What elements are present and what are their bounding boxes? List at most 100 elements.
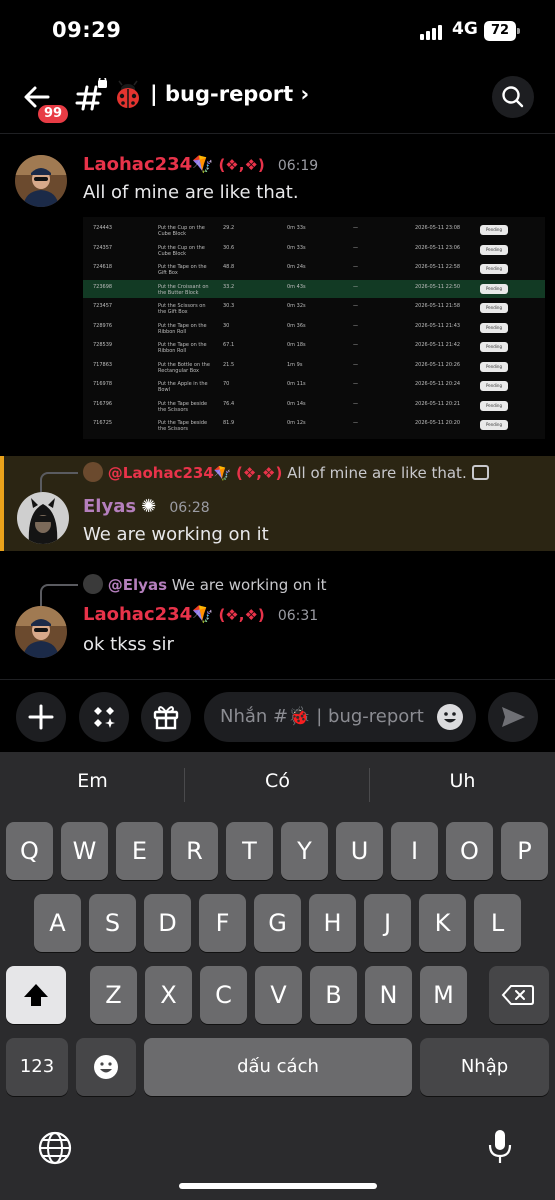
key-t[interactable]: T: [226, 822, 273, 880]
apps-button[interactable]: [79, 692, 129, 742]
unread-badge: 99: [35, 102, 72, 126]
key-j[interactable]: J: [364, 894, 411, 952]
key-r[interactable]: R: [171, 822, 218, 880]
table-cell: Put the Croissant on the Butter Block: [158, 283, 209, 296]
table-cell: —: [353, 264, 358, 270]
space-key[interactable]: dấu cách: [144, 1038, 412, 1096]
channel-title[interactable]: | bug-report ›: [150, 82, 309, 106]
suggestion-1[interactable]: Em: [0, 770, 185, 792]
table-row: 724443 Put the Cup on the Cube Block 29.2 0…: [83, 221, 545, 239]
status-badge: Pending: [480, 400, 508, 411]
key-a[interactable]: A: [34, 894, 81, 952]
key-e[interactable]: E: [116, 822, 163, 880]
battery-level: 72: [484, 21, 516, 41]
table-cell: 724443: [93, 225, 113, 231]
add-button[interactable]: [16, 692, 66, 742]
key-v[interactable]: V: [255, 966, 302, 1024]
table-cell: 2026-05-11 20:20: [415, 420, 461, 426]
microphone-icon[interactable]: [484, 1127, 516, 1167]
status-badge: Pending: [480, 225, 508, 235]
table-cell: 0m 18s: [287, 342, 306, 348]
status-time: 09:29: [52, 18, 122, 42]
message-input-placeholder: Nhắn #🐞 | bug-report: [220, 706, 424, 727]
key-b[interactable]: B: [310, 966, 357, 1024]
reply-avatar: [83, 462, 103, 482]
key-c[interactable]: C: [200, 966, 247, 1024]
key-y[interactable]: Y: [281, 822, 328, 880]
table-cell: 728539: [93, 342, 113, 348]
username[interactable]: Laohac234: [83, 154, 192, 175]
shift-icon: [24, 984, 48, 1006]
username[interactable]: Elyas: [83, 496, 136, 517]
send-icon: [502, 707, 525, 727]
key-s[interactable]: S: [89, 894, 136, 952]
numbers-key[interactable]: 123: [6, 1038, 68, 1096]
key-z[interactable]: Z: [90, 966, 137, 1024]
key-i[interactable]: I: [391, 822, 438, 880]
status-badge: Pending: [480, 322, 508, 333]
reply-preview[interactable]: @Laohac234🪁 (❖,❖) All of mine are like t…: [83, 462, 489, 482]
status-badge: Pending: [480, 244, 508, 255]
avatar[interactable]: [15, 155, 67, 207]
table-cell: 2026-05-11 23:08: [415, 225, 461, 231]
table-cell: 716796: [93, 400, 113, 407]
keyboard: Em Có Uh QWERTYUIOP ASDFGHJKL ZXCVBNM 12…: [0, 752, 555, 1200]
reply-preview[interactable]: @Elyas We are working on it: [83, 574, 327, 594]
image-icon: [471, 465, 489, 480]
key-h[interactable]: H: [309, 894, 356, 952]
table-cell: —: [353, 283, 358, 290]
emoji-icon[interactable]: [436, 703, 464, 731]
gift-button[interactable]: [141, 692, 191, 742]
key-o[interactable]: O: [446, 822, 493, 880]
table-cell: 0m 32s: [287, 303, 306, 309]
table-row: 716978 Put the Apple in the Bowl 70 0m 11s —…: [83, 377, 545, 395]
key-u[interactable]: U: [336, 822, 383, 880]
table-cell: 723457: [93, 303, 113, 309]
globe-icon[interactable]: [37, 1130, 73, 1166]
table-row: 717863 Put the Bottle on the Rectangular …: [83, 358, 545, 376]
emoji-keyboard-icon: [94, 1055, 118, 1079]
key-g[interactable]: G: [254, 894, 301, 952]
apps-icon: [94, 707, 115, 728]
key-m[interactable]: M: [420, 966, 467, 1024]
message-text: ok tkss sir: [83, 634, 174, 655]
suggestion-3[interactable]: Uh: [370, 770, 555, 792]
send-button[interactable]: [488, 692, 538, 742]
table-cell: —: [353, 342, 358, 348]
image-attachment[interactable]: 724443 Put the Cup on the Cube Block 29.2 0…: [83, 217, 545, 439]
key-k[interactable]: K: [419, 894, 466, 952]
user-tag: (❖,❖): [218, 156, 265, 174]
message-input[interactable]: Nhắn #🐞 | bug-report: [204, 692, 476, 742]
key-x[interactable]: X: [145, 966, 192, 1024]
backspace-key[interactable]: [489, 966, 549, 1024]
shift-key[interactable]: [6, 966, 66, 1024]
key-n[interactable]: N: [365, 966, 412, 1024]
avatar[interactable]: [17, 492, 69, 544]
key-d[interactable]: D: [144, 894, 191, 952]
search-icon: [502, 86, 524, 108]
table-cell: 1m 9s: [287, 361, 303, 368]
key-f[interactable]: F: [199, 894, 246, 952]
message-2[interactable]: @Laohac234🪁 (❖,❖) All of mine are like t…: [0, 456, 555, 551]
search-button[interactable]: [492, 76, 534, 118]
table-cell: Put the Scissors on the Gift Box: [158, 303, 206, 315]
table-cell: 724618: [93, 264, 113, 270]
key-w[interactable]: W: [61, 822, 108, 880]
composer-bar: Nhắn #🐞 | bug-report: [0, 679, 555, 753]
avatar[interactable]: [15, 606, 67, 658]
key-p[interactable]: P: [501, 822, 548, 880]
table-cell: 716725: [93, 420, 113, 426]
table-cell: —: [353, 244, 358, 251]
status-badge: Pending: [480, 361, 508, 372]
table-cell: Put the Tape beside the Scissors: [158, 400, 208, 413]
table-cell: 33.2: [223, 283, 235, 290]
emoji-key[interactable]: [76, 1038, 136, 1096]
key-l[interactable]: L: [474, 894, 521, 952]
return-key[interactable]: Nhập: [420, 1038, 549, 1096]
message-3[interactable]: @Elyas We are working on it Laohac234🪁 (…: [0, 570, 555, 670]
suggestion-2[interactable]: Có: [185, 770, 370, 792]
username[interactable]: Laohac234: [83, 604, 192, 625]
channel-hash-icon: [75, 78, 107, 111]
key-q[interactable]: Q: [6, 822, 53, 880]
table-cell: Put the Cup on the Cube Block: [158, 244, 205, 257]
